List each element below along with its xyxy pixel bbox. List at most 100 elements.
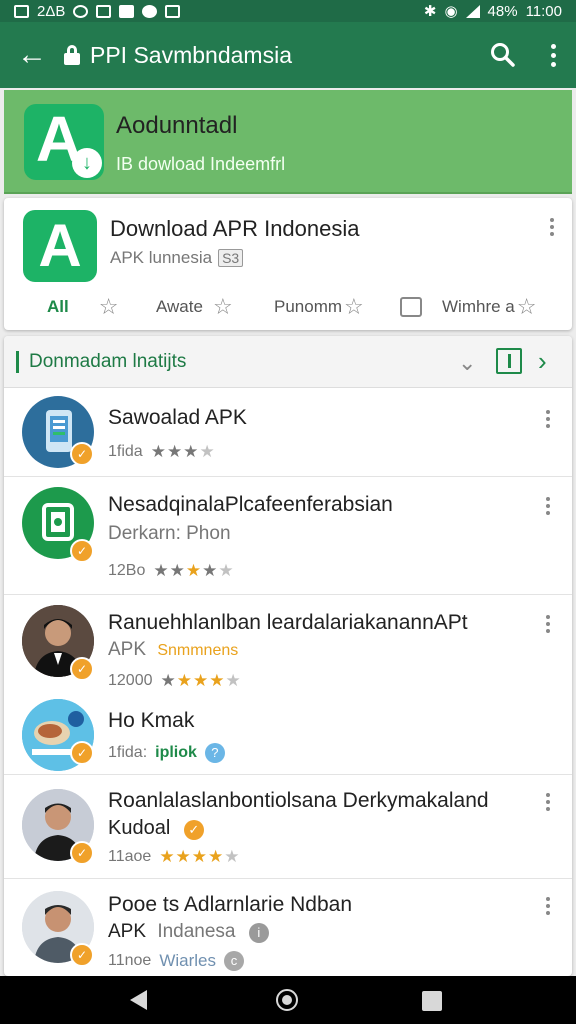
clock: 11:00 (525, 2, 562, 20)
overflow-menu-button[interactable] (530, 22, 576, 88)
item-meta: 11aoe ★★★★★ (108, 847, 241, 867)
chip-punomm[interactable]: Punomm ☆ (274, 294, 364, 320)
save-icon (119, 4, 135, 18)
item-meta-text: 1fida: (108, 744, 148, 761)
section-title: Donmadam lnatijts (16, 350, 186, 373)
chevron-down-icon[interactable]: ⌄ (458, 350, 476, 376)
list-item[interactable]: ✓ Roanlalaslanbontiolsana Derkymakaland … (4, 775, 572, 879)
item-meta: 12000 ★★★★★ (108, 671, 242, 691)
search-icon (491, 43, 515, 67)
nav-back-icon[interactable] (130, 990, 147, 1010)
verified-badge-icon: ✓ (70, 657, 94, 681)
item-more-button[interactable] (546, 497, 550, 515)
bluetooth-icon: ✱ (423, 3, 437, 20)
chip-awate[interactable]: Awate ☆ (156, 294, 233, 320)
item-title: Roanlalaslanbontiolsana Derkymakaland (108, 789, 489, 812)
rating-stars: ★★★★★ (153, 561, 235, 580)
back-button[interactable]: ← (0, 22, 64, 88)
edit-square-icon (400, 297, 422, 317)
app-bar: ← PPI Savmbndamsia (0, 22, 576, 88)
item-meta-text: 12Bo (108, 562, 146, 579)
flag-icon (165, 4, 181, 18)
item-meta-text: 12000 (108, 672, 153, 689)
item-meta-text: 11aoe (108, 848, 152, 865)
featured-app-subtitle: APK lunnesia S3 (110, 248, 244, 268)
copyright-icon: c (223, 951, 244, 971)
chip-label: Awate (156, 297, 203, 316)
item-subtitle: APK Indanesa i (108, 921, 269, 943)
item-more-button[interactable] (546, 410, 550, 428)
header-banner[interactable]: A ↓ Aodunntadl IB dowload Indeemfrl (4, 90, 572, 194)
rating-stars: ★★★★ (150, 442, 216, 461)
item-subtitle-highlight: Indanesa (157, 921, 236, 942)
status-left-text: 2ΔB (37, 2, 66, 20)
item-title: Pooe ts Adlarnlarie Ndban (108, 893, 352, 916)
mail-icon (96, 4, 112, 18)
chip-label: Wimhre a (442, 297, 515, 316)
more-vert-icon (550, 218, 554, 236)
lock-icon (64, 45, 80, 65)
info-icon: i (248, 923, 269, 943)
verified-badge-icon: ✓ (70, 741, 94, 765)
help-icon: ? (204, 743, 225, 763)
list-item[interactable]: ✓ NesadqinalaPlcafeenferabsian Derkarn: … (4, 477, 572, 595)
item-meta-highlight: ipliok (155, 744, 197, 761)
view-toggle-icon[interactable] (496, 348, 522, 374)
verified-badge-icon: ✓ (70, 442, 94, 466)
verified-star-icon: ✓ (183, 820, 204, 840)
notification-icon (73, 4, 89, 18)
item-subtitle-highlight: Snmmnens (157, 642, 239, 659)
star-outline-icon: ☆ (212, 294, 233, 319)
nav-recents-icon[interactable] (422, 991, 442, 1011)
more-vert-icon (546, 497, 550, 515)
status-bar: 2ΔB ✱ ◉ 48% 11:00 (0, 0, 576, 22)
rating-stars: ★★★★★ (159, 847, 241, 866)
star-outline-icon: ☆ (344, 294, 364, 319)
globe-icon (142, 4, 158, 18)
item-more-button[interactable] (546, 897, 550, 915)
gallery-icon (14, 4, 29, 18)
more-vert-icon (546, 897, 550, 915)
wifi-icon: ◉ (444, 3, 458, 20)
chip-wimhre[interactable]: Wimhre a ☆ (400, 294, 536, 320)
item-meta: 1fida ★★★★ (108, 442, 216, 462)
list-item[interactable]: ✓ Sawoalad APK 1fida ★★★★ (4, 388, 572, 477)
item-meta: 1fida: ipliok ? (108, 743, 225, 763)
item-meta-text: 11noe (108, 952, 152, 969)
item-title: Ranuehhlanlban leardalariakanannAPt (108, 611, 468, 634)
item-subtitle-text: APK (108, 639, 147, 660)
item-subtitle: Derkarn: Phon (108, 523, 231, 544)
featured-more-button[interactable] (550, 218, 554, 236)
item-meta: 11noe Wiarles c (108, 951, 244, 971)
chip-label: All (47, 297, 69, 316)
signal-icon (465, 4, 480, 18)
item-title: Sawoalad APK (108, 406, 247, 429)
verified-badge-icon: ✓ (70, 943, 94, 967)
rating-stars: ★★★★★ (160, 671, 242, 690)
item-meta-highlight: Wiarles (159, 951, 216, 970)
featured-app-card[interactable]: A Download APR Indonesia APK lunnesia S3 … (4, 198, 572, 330)
search-button[interactable] (476, 22, 530, 88)
item-subtitle-text: APK (108, 921, 147, 942)
star-outline-icon: ☆ (98, 294, 119, 319)
list-item-group[interactable]: ✓ Ranuehhlanlban leardalariakanannAPt AP… (4, 595, 572, 775)
list-item[interactable]: ✓ Pooe ts Adlarnlarie Ndban APK Indanesa… (4, 879, 572, 976)
app-list-panel: Donmadam lnatijts ⌄ › ✓ Sawoalad APK 1fi… (4, 336, 572, 976)
nav-home-icon[interactable] (276, 989, 298, 1011)
more-vert-icon (546, 410, 550, 428)
more-vert-icon (546, 793, 550, 811)
chip-all[interactable]: All ☆ (47, 294, 118, 320)
app-title: PPI Savmbndamsia (90, 41, 292, 68)
chevron-right-icon[interactable]: › (538, 346, 547, 377)
featured-subtitle-text: APK lunnesia (110, 248, 213, 267)
item-title: Ho Kmak (108, 709, 195, 732)
app-logo: A ↓ (24, 104, 104, 180)
item-more-button[interactable] (546, 793, 550, 811)
item-more-button[interactable] (546, 615, 550, 633)
more-vert-icon (550, 43, 556, 67)
item-meta: 12Bo ★★★★★ (108, 561, 235, 581)
star-outline-icon: ☆ (516, 294, 537, 319)
download-icon: ↓ (72, 148, 102, 178)
section-header: Donmadam lnatijts ⌄ › (4, 336, 572, 388)
featured-badge: S3 (218, 249, 244, 267)
